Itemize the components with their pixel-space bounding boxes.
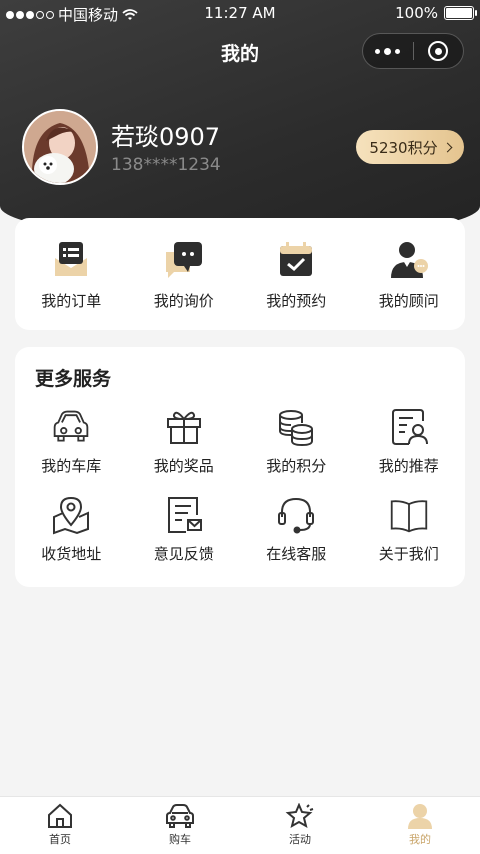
services-title: 更多服务	[35, 368, 112, 390]
status-right: 100%	[395, 4, 477, 22]
my-appointment-label: 我的预约	[266, 292, 327, 310]
shipping-address-label: 收货地址	[41, 545, 102, 563]
my-inquiry-label: 我的询价	[153, 292, 214, 310]
my-orders-label: 我的订单	[41, 292, 102, 310]
my-points-button[interactable]: 我的积分	[240, 407, 353, 476]
online-service-label: 在线客服	[266, 545, 327, 563]
garage-car-icon	[51, 407, 91, 447]
points-label: 5230积分	[369, 138, 438, 157]
points-coins-icon	[276, 407, 316, 447]
services-card: 更多服务 我的车库 我的奖品 我的积分 我的推荐 收货地址 意见反馈 在线客服 …	[15, 347, 465, 587]
user-phone: 138****1234	[111, 155, 221, 175]
shipping-address-button[interactable]: 收货地址	[15, 495, 128, 564]
appointment-calendar-icon	[276, 240, 316, 280]
address-map-pin-icon	[51, 495, 91, 535]
customer-service-headset-icon	[276, 495, 316, 535]
feedback-label: 意见反馈	[153, 545, 214, 563]
tab-profile-label: 我的	[409, 833, 431, 846]
my-orders-button[interactable]: 我的订单	[15, 218, 128, 311]
tab-activity[interactable]: 活动	[240, 797, 360, 854]
recommend-card-icon	[389, 407, 429, 447]
my-garage-label: 我的车库	[41, 457, 102, 475]
avatar[interactable]	[22, 109, 98, 185]
tab-buy-car[interactable]: 购车	[120, 797, 240, 854]
my-inquiry-button[interactable]: 我的询价	[128, 218, 241, 311]
profile-icon	[408, 804, 432, 829]
online-service-button[interactable]: 在线客服	[240, 495, 353, 564]
my-advisor-button[interactable]: 我的顾问	[353, 218, 466, 311]
services-row-1: 我的车库 我的奖品 我的积分 我的推荐	[15, 407, 465, 476]
my-recommend-button[interactable]: 我的推荐	[353, 407, 466, 476]
advisor-icon	[389, 240, 429, 280]
about-us-button[interactable]: 关于我们	[353, 495, 466, 564]
orders-card: 我的订单 我的询价 我的预约 我的顾问	[15, 218, 465, 330]
tab-profile[interactable]: 我的	[360, 797, 480, 854]
battery-icon	[444, 6, 477, 20]
my-appointment-button[interactable]: 我的预约	[240, 218, 353, 311]
my-prizes-button[interactable]: 我的奖品	[128, 407, 241, 476]
battery-percent: 100%	[395, 4, 438, 22]
bottom-tab-bar: 首页 购车 活动 我的	[0, 796, 480, 854]
feedback-document-icon	[164, 495, 204, 535]
about-book-icon	[389, 495, 429, 535]
tab-buy-car-label: 购车	[169, 833, 191, 846]
feedback-button[interactable]: 意见反馈	[128, 495, 241, 564]
capsule-close-icon[interactable]	[414, 34, 464, 68]
more-dots-icon[interactable]	[363, 34, 413, 68]
tab-home-label: 首页	[49, 833, 71, 846]
services-row-2: 收货地址 意见反馈 在线客服 关于我们	[15, 495, 465, 564]
my-points-label: 我的积分	[266, 457, 327, 475]
status-bar: 中国移动 11:27 AM 100%	[0, 0, 480, 26]
home-icon	[48, 803, 72, 828]
my-garage-button[interactable]: 我的车库	[15, 407, 128, 476]
avatar-photo	[24, 111, 96, 183]
tab-home[interactable]: 首页	[0, 797, 120, 854]
tab-activity-label: 活动	[289, 833, 311, 846]
user-name: 若琰0907	[111, 123, 221, 151]
about-us-label: 关于我们	[378, 545, 439, 563]
inquiry-chat-icon	[164, 240, 204, 280]
my-prizes-label: 我的奖品	[153, 457, 214, 475]
my-recommend-label: 我的推荐	[378, 457, 439, 475]
order-list-icon	[51, 240, 91, 280]
activity-star-icon	[285, 803, 314, 829]
car-icon	[166, 804, 194, 828]
mini-program-capsule	[362, 33, 464, 69]
my-advisor-label: 我的顾问	[378, 292, 439, 310]
gift-icon	[164, 407, 204, 447]
points-button[interactable]: 5230积分	[356, 130, 464, 164]
chevron-right-icon	[442, 142, 453, 152]
